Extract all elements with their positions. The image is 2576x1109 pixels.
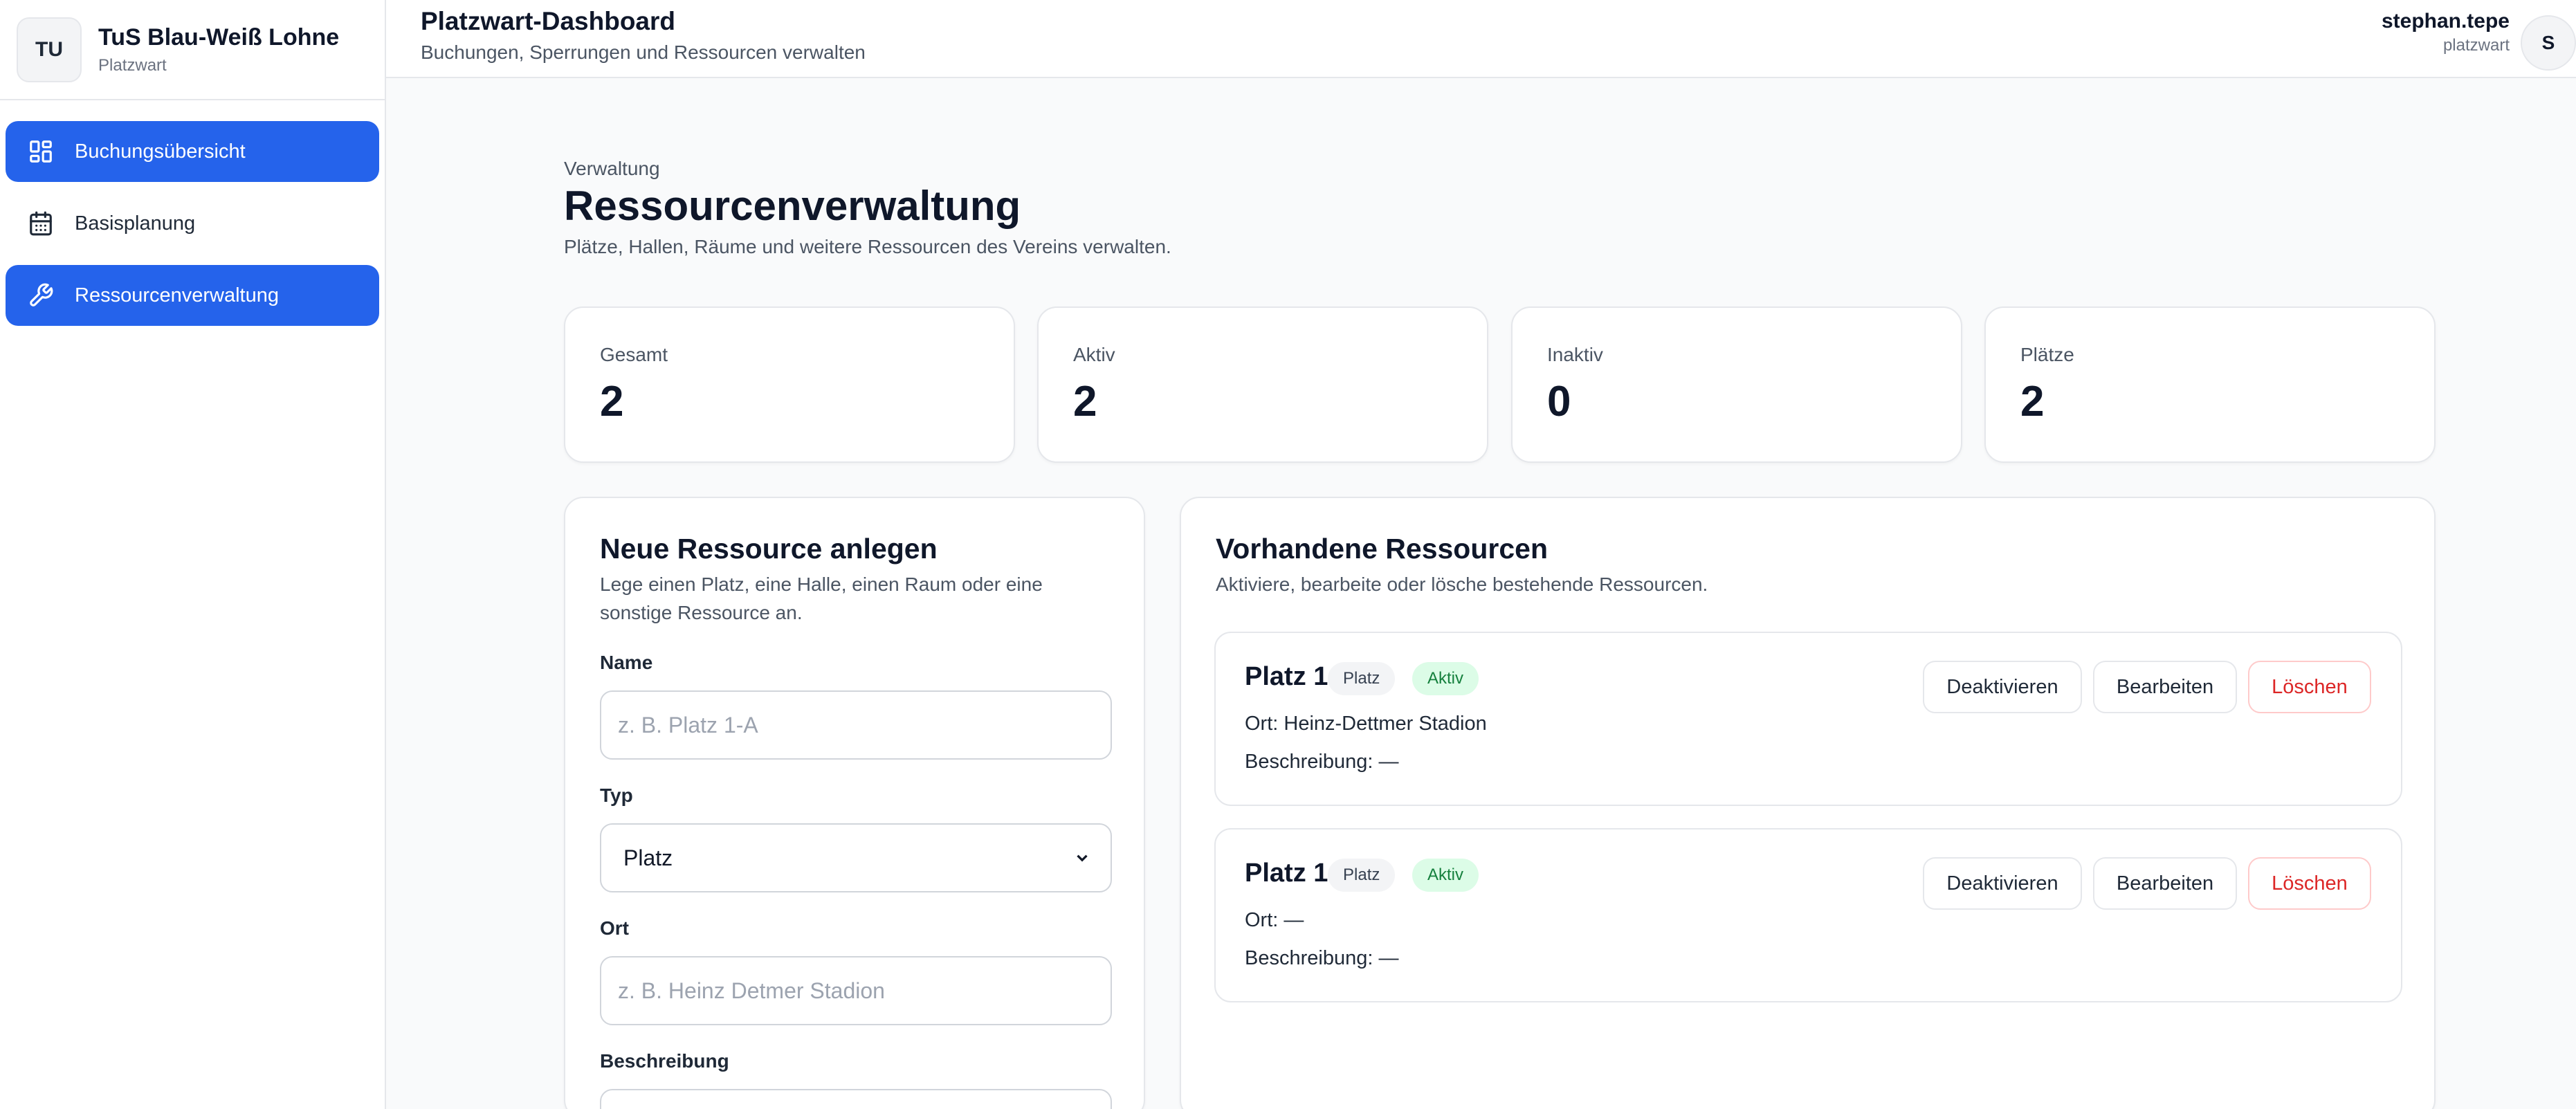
resource-item: Platz 1-B Platz Aktiv Ort: — Beschreibun…: [1214, 828, 2402, 1002]
new-resource-card: Neue Ressource anlegen Lege einen Platz,…: [564, 497, 1145, 1109]
description-textarea[interactable]: [600, 1089, 1112, 1109]
stat-card-aktiv: Aktiv 2: [1037, 306, 1488, 463]
user-role-label: Platzwart: [98, 55, 167, 75]
edit-button[interactable]: Bearbeiten: [2093, 661, 2237, 713]
existing-resources-card: Vorhandene Ressourcen Aktiviere, bearbei…: [1180, 497, 2436, 1109]
brand: TU TuS Blau-Weiß Lohne Platzwart: [0, 0, 385, 100]
card-description: Aktiviere, bearbeite oder lösche bestehe…: [1216, 574, 1708, 595]
deactivate-button[interactable]: Deaktivieren: [1923, 857, 2082, 910]
page-title: Ressourcenverwaltung: [564, 183, 1021, 229]
stat-value: 2: [1073, 378, 1097, 425]
dashboard-icon: [30, 140, 52, 163]
resource-description: Beschreibung: —: [1245, 947, 1399, 969]
calendar-icon: [30, 211, 52, 236]
stat-label: Inaktiv: [1547, 344, 1603, 365]
topbar: Platzwart-Dashboard Buchungen, Sperrunge…: [386, 0, 2576, 78]
wrench-icon: [30, 283, 53, 306]
resource-item: Platz 1-A Platz Aktiv Ort: Heinz-Dettmer…: [1214, 632, 2402, 806]
type-label: Typ: [600, 785, 633, 807]
club-logo: TU: [17, 17, 82, 82]
chevron-down-icon: [1077, 854, 1088, 862]
ort-label: Ort: [600, 917, 629, 940]
app-title: Platzwart-Dashboard: [421, 7, 676, 35]
stat-label: Gesamt: [600, 344, 668, 365]
type-badge: Platz: [1328, 859, 1396, 892]
name-input[interactable]: [600, 690, 1112, 760]
edit-button[interactable]: Bearbeiten: [2093, 857, 2237, 910]
stat-label: Plätze: [2020, 344, 2074, 365]
stat-value: 0: [1547, 378, 1571, 425]
stat-card-inaktiv: Inaktiv 0: [1511, 306, 1962, 463]
app-subtitle: Buchungen, Sperrungen und Ressourcen ver…: [421, 42, 866, 63]
brand-text: TuS Blau-Weiß Lohne Platzwart: [98, 24, 339, 75]
sidebar-nav: Buchungsübersicht Basisplanung Ressource…: [0, 100, 385, 326]
stat-value: 2: [600, 378, 624, 425]
stats-row: Gesamt 2 Aktiv 2 Inaktiv 0 Plätze 2: [564, 306, 2436, 463]
resource-location: Ort: Heinz-Dettmer Stadion: [1245, 713, 1487, 735]
sidebar-item-label: Buchungsübersicht: [75, 140, 246, 163]
delete-button[interactable]: Löschen: [2248, 661, 2371, 713]
stat-label: Aktiv: [1073, 344, 1115, 365]
club-name: TuS Blau-Weiß Lohne: [98, 24, 340, 51]
resource-location: Ort: —: [1245, 909, 1304, 931]
user-name: stephan.tepe: [2381, 10, 2510, 33]
card-description: Lege einen Platz, eine Halle, einen Raum…: [600, 574, 1043, 623]
type-select-value: Platz: [623, 845, 673, 870]
stat-value: 2: [2020, 378, 2045, 425]
status-badge: Aktiv: [1412, 859, 1479, 892]
card-title: Neue Ressource anlegen: [600, 533, 938, 565]
stat-card-gesamt: Gesamt 2: [564, 306, 1015, 463]
stat-card-plaetze: Plätze 2: [1984, 306, 2436, 463]
status-badge: Aktiv: [1412, 662, 1479, 695]
avatar[interactable]: S: [2521, 15, 2576, 71]
card-title: Vorhandene Ressourcen: [1216, 533, 1548, 565]
user-menu[interactable]: stephan.tepe platzwart S: [2381, 10, 2576, 71]
type-badge: Platz: [1328, 662, 1396, 695]
page-description: Plätze, Hallen, Räume und weitere Ressou…: [564, 236, 1171, 257]
sidebar: TU TuS Blau-Weiß Lohne Platzwart Buchung…: [0, 0, 386, 1109]
sidebar-item-basisplanung[interactable]: Basisplanung: [6, 193, 379, 254]
sidebar-item-ressourcenverwaltung[interactable]: Ressourcenverwaltung: [6, 265, 379, 326]
page-eyebrow: Verwaltung: [564, 158, 660, 179]
name-label: Name: [600, 652, 653, 674]
description-label: Beschreibung: [600, 1050, 729, 1072]
delete-button[interactable]: Löschen: [2248, 857, 2371, 910]
user-role: platzwart: [2442, 36, 2510, 55]
sidebar-item-label: Basisplanung: [75, 212, 196, 235]
ort-input[interactable]: [600, 956, 1112, 1026]
sidebar-item-label: Ressourcenverwaltung: [75, 284, 279, 306]
deactivate-button[interactable]: Deaktivieren: [1923, 661, 2082, 713]
sidebar-item-buchungsuebersicht[interactable]: Buchungsübersicht: [6, 121, 379, 182]
type-select[interactable]: Platz: [600, 823, 1112, 893]
resource-description: Beschreibung: —: [1245, 751, 1399, 773]
